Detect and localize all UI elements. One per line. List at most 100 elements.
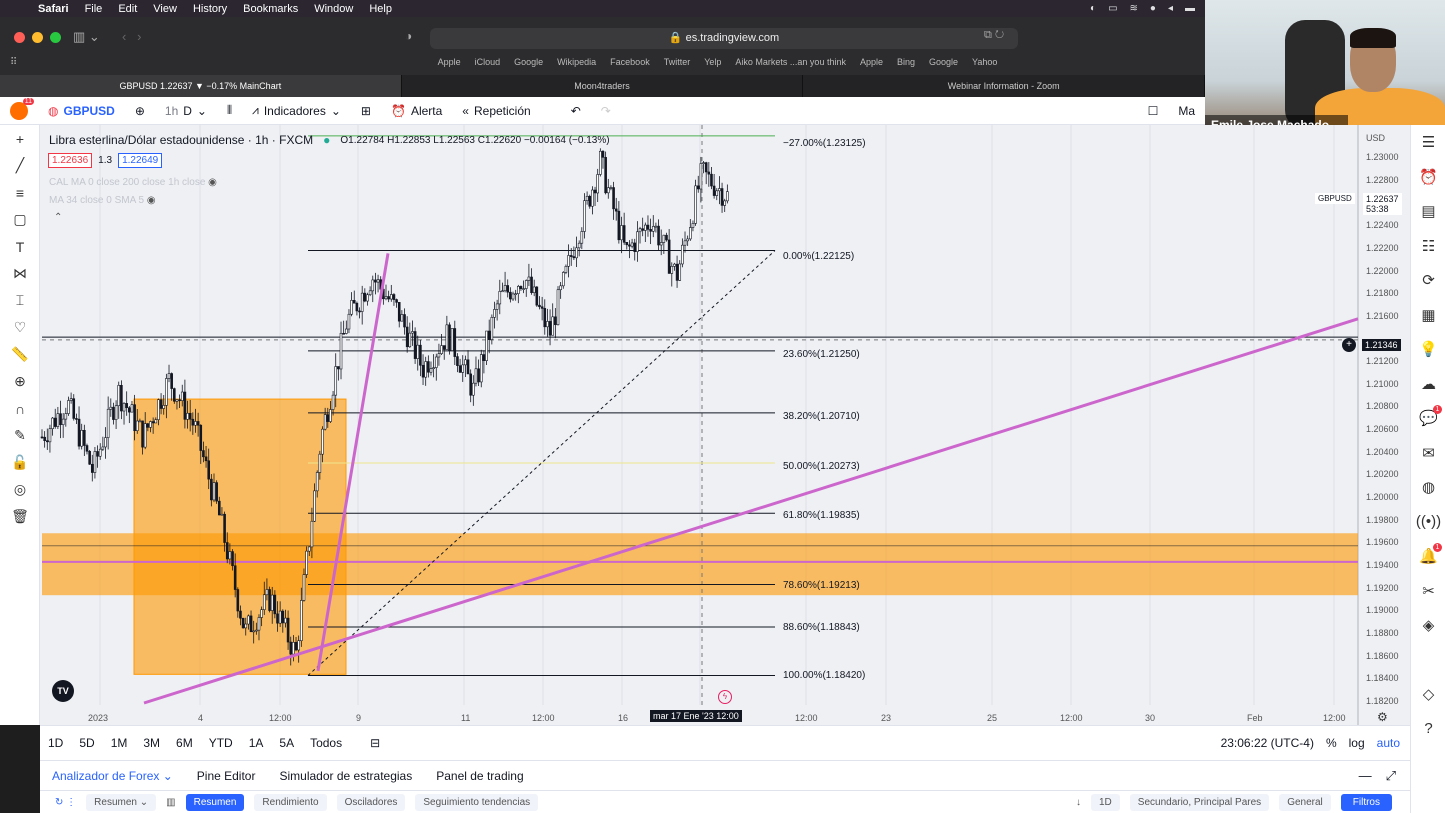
zoom-window-button[interactable]: [50, 32, 61, 43]
messages-icon[interactable]: ✉: [1411, 436, 1445, 471]
menu-view[interactable]: View: [145, 3, 185, 15]
minimize-window-button[interactable]: [32, 32, 43, 43]
fav-link[interactable]: Yahoo: [972, 57, 997, 67]
tf-1a[interactable]: 1A: [241, 736, 272, 750]
add-alert-icon[interactable]: +: [1342, 338, 1356, 352]
tab-moon4traders[interactable]: Moon4traders: [401, 75, 804, 97]
sell-price-button[interactable]: 1.22636: [48, 153, 93, 168]
list-plus-icon[interactable]: ☷: [1411, 229, 1445, 264]
sidebar-toggle-icon[interactable]: ▥ ⌄: [73, 29, 100, 45]
help-icon[interactable]: ?: [1411, 712, 1445, 747]
tf-ytd[interactable]: YTD: [201, 736, 241, 750]
pairs-select[interactable]: Secundario, Principal Pares: [1129, 793, 1270, 811]
menu-app[interactable]: Safari: [30, 3, 77, 15]
refresh-icon[interactable]: ⟳: [1411, 263, 1445, 298]
news-icon[interactable]: ▤: [1411, 194, 1445, 229]
chat-icon[interactable]: 💬 1: [1411, 401, 1445, 436]
crosshair-icon[interactable]: +: [0, 125, 40, 152]
fib-tool-icon[interactable]: ≡: [0, 179, 40, 206]
view-select[interactable]: Resumen ⌄: [86, 793, 157, 811]
redo-button[interactable]: ↷: [591, 104, 621, 118]
heart-icon[interactable]: ♡: [0, 314, 40, 341]
tf-6m[interactable]: 6M: [168, 736, 201, 750]
columns-icon[interactable]: ▥: [166, 797, 175, 808]
refresh-icon[interactable]: ↻ ⋮: [55, 797, 76, 808]
maximize-panel-icon[interactable]: ⤢: [1386, 768, 1396, 784]
indicator-2[interactable]: MA 34 close 0 SMA 5 ◉: [49, 195, 156, 206]
close-window-button[interactable]: [14, 32, 25, 43]
back-forward-icons[interactable]: ‹ ›: [122, 29, 142, 44]
tf-5a[interactable]: 5A: [271, 736, 302, 750]
tab-zoom[interactable]: Webinar Information - Zoom: [803, 75, 1206, 97]
chip-rendimiento[interactable]: Rendimiento: [254, 793, 327, 811]
replay-button[interactable]: « Repetición: [452, 104, 540, 118]
tab-strategy-tester[interactable]: Simulador de estrategias: [267, 769, 424, 783]
square-button[interactable]: ☐: [1138, 104, 1169, 118]
reload-icon[interactable]: ⧉ ↻: [984, 29, 1004, 42]
download-icon[interactable]: ↓: [1076, 797, 1081, 808]
tf-1m[interactable]: 1M: [103, 736, 136, 750]
eye-off-icon[interactable]: ◉: [147, 195, 156, 206]
indicators-button[interactable]: ⩘ Indicadores ⌄: [242, 103, 351, 118]
trash-icon[interactable]: 🗑: [0, 503, 40, 530]
menu-edit[interactable]: Edit: [110, 3, 145, 15]
tab-tradingview[interactable]: GBPUSD 1.22637 ▼ −0.17% MainChart: [0, 75, 402, 97]
log-toggle[interactable]: log: [1349, 736, 1365, 750]
screen-icon[interactable]: ▭: [1108, 3, 1117, 14]
chart-type-button[interactable]: ⫴: [217, 103, 242, 118]
control-center-icon[interactable]: ◐: [1090, 3, 1096, 14]
fav-link[interactable]: iCloud: [475, 57, 501, 67]
chip-resumen[interactable]: Resumen: [185, 793, 245, 811]
menu-help[interactable]: Help: [361, 3, 400, 15]
tab-trading-panel[interactable]: Panel de trading: [424, 769, 535, 783]
symbol-search[interactable]: ◍ GBPUSD: [38, 104, 125, 118]
lock-icon[interactable]: 🔓: [0, 449, 40, 476]
undo-button[interactable]: ↶: [561, 104, 591, 118]
chart-svg[interactable]: [40, 125, 1410, 725]
tf-todos[interactable]: Todos: [302, 736, 350, 750]
fav-link[interactable]: Apple: [860, 57, 883, 67]
broadcast-icon[interactable]: ((•)): [1411, 505, 1445, 540]
pencil-lock-icon[interactable]: ✎: [0, 422, 40, 449]
fav-link[interactable]: Bing: [897, 57, 915, 67]
pattern-icon[interactable]: ⋈: [0, 260, 40, 287]
fav-link[interactable]: Facebook: [610, 57, 650, 67]
indicator-1[interactable]: CAL MA 0 close 200 close 1h close ◉: [49, 177, 217, 188]
globe-icon[interactable]: ◈: [1411, 608, 1445, 643]
menu-history[interactable]: History: [185, 3, 235, 15]
avatar[interactable]: 11: [10, 97, 34, 120]
address-bar[interactable]: 🔒 es.tradingview.com: [430, 28, 1018, 49]
layouts-button[interactable]: ⊞: [351, 104, 381, 118]
fav-link[interactable]: Yelp: [704, 57, 721, 67]
user-icon[interactable]: ●: [1150, 3, 1156, 14]
calendar-grid-icon[interactable]: ▦: [1411, 298, 1445, 333]
general-select[interactable]: General: [1279, 793, 1331, 811]
user-menu[interactable]: 11: [0, 97, 38, 120]
chart-canvas[interactable]: [40, 125, 1410, 725]
text-icon[interactable]: T: [0, 233, 40, 260]
fav-link[interactable]: Google: [514, 57, 543, 67]
compare-button[interactable]: ⊕: [125, 104, 155, 118]
collapse-legend-icon[interactable]: ⌃: [54, 212, 62, 223]
auto-toggle[interactable]: auto: [1377, 736, 1400, 750]
lightning-icon[interactable]: ϟ: [718, 690, 732, 704]
chip-osciladores[interactable]: Osciladores: [336, 793, 406, 811]
measure-icon[interactable]: ⌶: [0, 287, 40, 314]
clock-label[interactable]: 23:06:22 (UTC-4): [1221, 736, 1314, 750]
minimize-panel-icon[interactable]: —: [1359, 768, 1372, 784]
rectangle-icon[interactable]: ▢: [0, 206, 40, 233]
alarm-clock-icon[interactable]: ⏰: [1411, 160, 1445, 195]
menu-file[interactable]: File: [77, 3, 111, 15]
fav-link[interactable]: Google: [929, 57, 958, 67]
battery-icon[interactable]: ▬: [1185, 3, 1195, 14]
fav-link[interactable]: Twitter: [664, 57, 691, 67]
bell-icon[interactable]: 🔔 1: [1411, 539, 1445, 574]
filters-button[interactable]: Filtros: [1340, 793, 1392, 811]
ruler-icon[interactable]: 📏: [0, 341, 40, 368]
gear-icon[interactable]: ⚙: [1377, 710, 1388, 724]
wifi-icon[interactable]: ≋: [1130, 3, 1138, 14]
alert-button[interactable]: ⏰ Alerta: [381, 104, 452, 118]
menu-window[interactable]: Window: [306, 3, 361, 15]
magnet-icon[interactable]: ∩: [0, 395, 40, 422]
zoom-in-icon[interactable]: ⊕: [0, 368, 40, 395]
